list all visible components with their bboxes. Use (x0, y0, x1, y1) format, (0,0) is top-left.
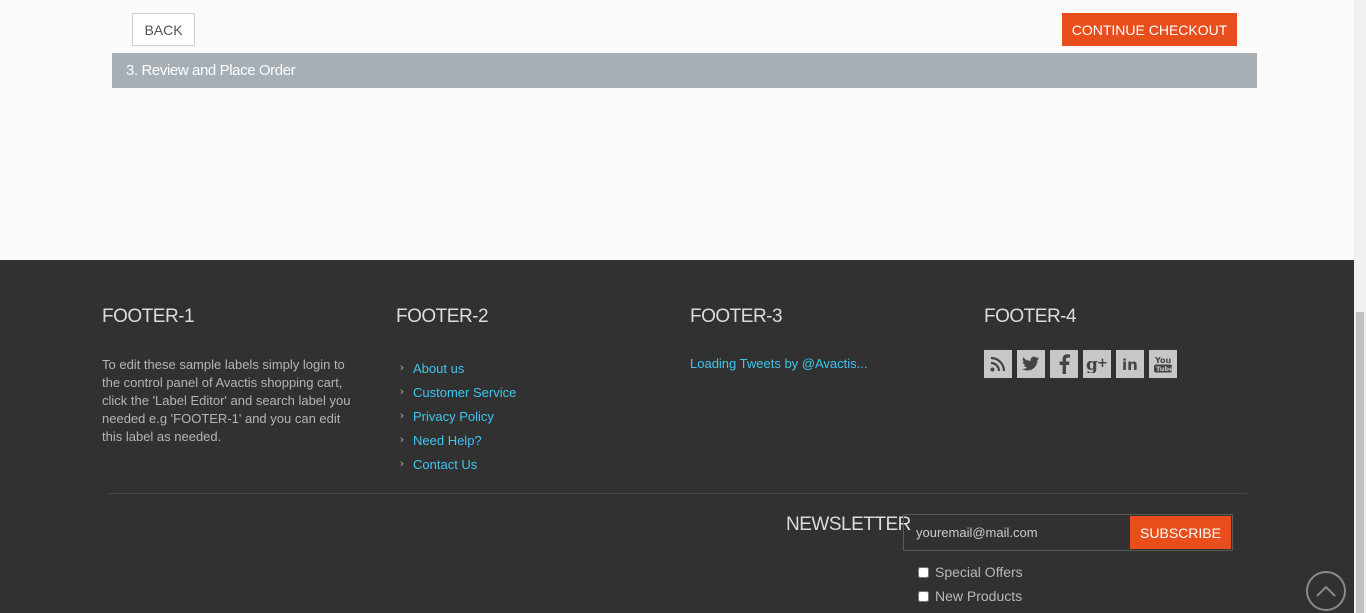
footer-link-item: › Contact Us (396, 452, 666, 476)
footer-column-3: FOOTER-3 Loading Tweets by @Avactis... (690, 306, 960, 371)
youtube-icon[interactable]: You Tube (1149, 350, 1177, 378)
twitter-icon[interactable] (1017, 350, 1045, 378)
chevron-up-icon (1316, 585, 1336, 597)
linkedin-icon[interactable]: in (1116, 350, 1144, 378)
special-offers-option[interactable]: Special Offers (918, 564, 1023, 580)
need-help-link[interactable]: Need Help? (413, 433, 482, 448)
continue-checkout-button[interactable]: CONTINUE CHECKOUT (1062, 13, 1237, 46)
footer-4-title: FOOTER-4 (984, 306, 1077, 327)
chevron-right-icon: › (400, 362, 404, 374)
footer-1-title: FOOTER-1 (102, 306, 195, 327)
tweets-loading-link[interactable]: Loading Tweets by @Avactis... (690, 356, 960, 371)
about-us-link[interactable]: About us (413, 361, 464, 376)
scrollbar-thumb[interactable] (1356, 312, 1364, 613)
review-step-header[interactable]: 3. Review and Place Order (112, 53, 1257, 88)
scroll-to-top-button[interactable] (1306, 571, 1346, 611)
footer-column-4: FOOTER-4 g + in You Tube (984, 306, 1254, 378)
chevron-right-icon: › (400, 410, 404, 422)
newsletter-email-input[interactable] (904, 515, 1130, 550)
svg-text:in: in (1122, 356, 1138, 373)
footer-link-item: › Privacy Policy (396, 404, 666, 428)
footer-link-item: › About us (396, 356, 666, 380)
privacy-policy-link[interactable]: Privacy Policy (413, 409, 494, 424)
footer-1-text: To edit these sample labels simply login… (102, 357, 351, 444)
footer-column-1: FOOTER-1 To edit these sample labels sim… (102, 306, 372, 446)
customer-service-link[interactable]: Customer Service (413, 385, 516, 400)
back-button[interactable]: BACK (132, 13, 195, 46)
footer-link-item: › Need Help? (396, 428, 666, 452)
footer-divider (107, 493, 1247, 494)
subscribe-button[interactable]: SUBSCRIBE (1130, 516, 1231, 549)
chevron-right-icon: › (400, 458, 404, 470)
step-label: 3. Review and Place Order (126, 62, 296, 79)
facebook-icon[interactable] (1050, 350, 1078, 378)
social-icons: g + in You Tube (984, 350, 1254, 378)
newsletter-form: SUBSCRIBE (903, 514, 1233, 551)
rss-icon[interactable] (984, 350, 1012, 378)
chevron-right-icon: › (400, 386, 404, 398)
svg-text:+: + (1097, 356, 1108, 371)
footer-3-title: FOOTER-3 (690, 306, 783, 327)
footer-2-title: FOOTER-2 (396, 306, 489, 327)
special-offers-checkbox[interactable] (918, 566, 929, 578)
special-offers-label: Special Offers (935, 564, 1023, 580)
chevron-right-icon: › (400, 434, 404, 446)
new-products-label: New Products (935, 588, 1023, 604)
google-plus-icon[interactable]: g + (1083, 350, 1111, 378)
new-products-option[interactable]: New Products (918, 588, 1022, 604)
footer-column-2: FOOTER-2 › About us › Customer Service › Pr… (396, 306, 666, 476)
svg-text:Tube: Tube (1156, 365, 1173, 373)
site-footer: FOOTER-1 To edit these sample labels sim… (0, 260, 1354, 613)
footer-links: › About us › Customer Service › Privacy Pol… (396, 356, 666, 476)
svg-text:You: You (1154, 356, 1172, 365)
page-scrollbar[interactable] (1354, 0, 1366, 613)
new-products-checkbox[interactable] (918, 590, 929, 602)
contact-us-link[interactable]: Contact Us (413, 457, 477, 472)
footer-link-item: › Customer Service (396, 380, 666, 404)
newsletter-title: NEWSLETTER (786, 514, 911, 535)
